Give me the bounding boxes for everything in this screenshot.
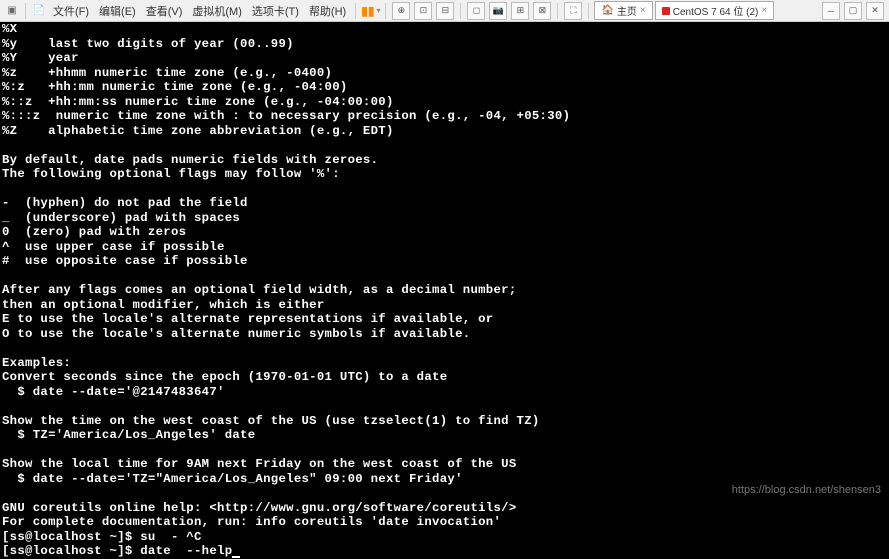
cursor (232, 556, 240, 558)
terminal-line: $ date --date='@2147483647' (2, 385, 887, 400)
terminal-line: 0 (zero) pad with zeros (2, 225, 887, 240)
tab-label: 主页 (617, 3, 637, 18)
terminal-line: ^ use upper case if possible (2, 240, 887, 255)
menu-help[interactable]: 帮助(H) (305, 3, 350, 19)
terminal-line (2, 443, 887, 458)
menu-vm[interactable]: 虚拟机(M) (188, 3, 246, 19)
vm-toolbar: ▣ 📄 文件(F) 编辑(E) 查看(V) 虚拟机(M) 选项卡(T) 帮助(H… (0, 0, 889, 22)
menu-edit[interactable]: 编辑(E) (95, 3, 140, 19)
toolbar-btn[interactable]: ⊕ (392, 2, 410, 20)
terminal-line: Show the local time for 9AM next Friday … (2, 457, 887, 472)
terminal-line (2, 341, 887, 356)
separator (355, 3, 356, 19)
terminal-line: %X (2, 22, 887, 37)
separator (385, 3, 386, 19)
snapshot-icon[interactable]: 📷 (489, 2, 507, 20)
terminal-line (2, 182, 887, 197)
terminal-line: - (hyphen) do not pad the field (2, 196, 887, 211)
separator (25, 3, 26, 19)
menu-file[interactable]: 文件(F) (49, 3, 93, 19)
home-icon: 🏠 (601, 5, 613, 16)
terminal-line: Show the time on the west coast of the U… (2, 414, 887, 429)
terminal-line: # use opposite case if possible (2, 254, 887, 269)
terminal-line: By default, date pads numeric fields wit… (2, 153, 887, 168)
tab-home[interactable]: 🏠 主页 × (594, 1, 652, 20)
toolbar-btn[interactable]: ⊡ (414, 2, 432, 20)
terminal-line (2, 138, 887, 153)
toolbar-btn[interactable]: ⊟ (436, 2, 454, 20)
close-window-icon[interactable]: ✕ (866, 2, 884, 20)
menu-view[interactable]: 查看(V) (142, 3, 187, 19)
tab-label: CentOS 7 64 位 (2) (673, 3, 759, 18)
separator (588, 3, 589, 19)
toolbar-btn[interactable]: ⊞ (511, 2, 529, 20)
terminal-line: O to use the locale's alternate numeric … (2, 327, 887, 342)
separator (557, 3, 558, 19)
terminal-line (2, 399, 887, 414)
menu-tabs[interactable]: 选项卡(T) (248, 3, 303, 19)
terminal-line: _ (underscore) pad with spaces (2, 211, 887, 226)
maximize-icon[interactable]: ▢ (844, 2, 862, 20)
terminal-line: E to use the locale's alternate represen… (2, 312, 887, 327)
terminal-line: %:::z numeric time zone with : to necess… (2, 109, 887, 124)
vm-status-icon (662, 7, 670, 15)
terminal-line: then an optional modifier, which is eith… (2, 298, 887, 313)
terminal-line: %::z +hh:mm:ss numeric time zone (e.g., … (2, 95, 887, 110)
close-icon[interactable]: × (761, 5, 767, 16)
terminal-line: [ss@localhost ~]$ date --help (2, 544, 887, 559)
terminal-output[interactable]: %X%y last two digits of year (00..99)%Y … (0, 22, 889, 559)
terminal-line: %z +hhmm numeric time zone (e.g., -0400) (2, 66, 887, 81)
terminal-line: For complete documentation, run: info co… (2, 515, 887, 530)
app-icon: ▣ (4, 3, 20, 19)
terminal-line: Convert seconds since the epoch (1970-01… (2, 370, 887, 385)
terminal-line: GNU coreutils online help: <http://www.g… (2, 501, 887, 516)
separator (460, 3, 461, 19)
fullscreen-icon[interactable]: ⛶ (564, 2, 582, 20)
terminal-line: %Z alphabetic time zone abbreviation (e.… (2, 124, 887, 139)
terminal-line: %Y year (2, 51, 887, 66)
terminal-line: The following optional flags may follow … (2, 167, 887, 182)
toolbar-btn[interactable]: ◻ (467, 2, 485, 20)
watermark: https://blog.csdn.net/shensen3 (732, 484, 881, 496)
book-icon[interactable]: 📄 (31, 3, 47, 19)
terminal-line: [ss@localhost ~]$ su - ^C (2, 530, 887, 545)
minimize-icon[interactable]: ─ (822, 2, 840, 20)
dropdown-icon[interactable]: ▾ (376, 6, 380, 15)
tab-vm[interactable]: CentOS 7 64 位 (2) × (655, 1, 774, 20)
terminal-line (2, 269, 887, 284)
terminal-line: %y last two digits of year (00..99) (2, 37, 887, 52)
pause-icon[interactable]: ▮▮ (361, 4, 374, 18)
terminal-line: %:z +hh:mm numeric time zone (e.g., -04:… (2, 80, 887, 95)
terminal-line: $ TZ='America/Los_Angeles' date (2, 428, 887, 443)
close-icon[interactable]: × (640, 5, 646, 16)
toolbar-btn[interactable]: ⊠ (533, 2, 551, 20)
terminal-line: Examples: (2, 356, 887, 371)
terminal-line: After any flags comes an optional field … (2, 283, 887, 298)
